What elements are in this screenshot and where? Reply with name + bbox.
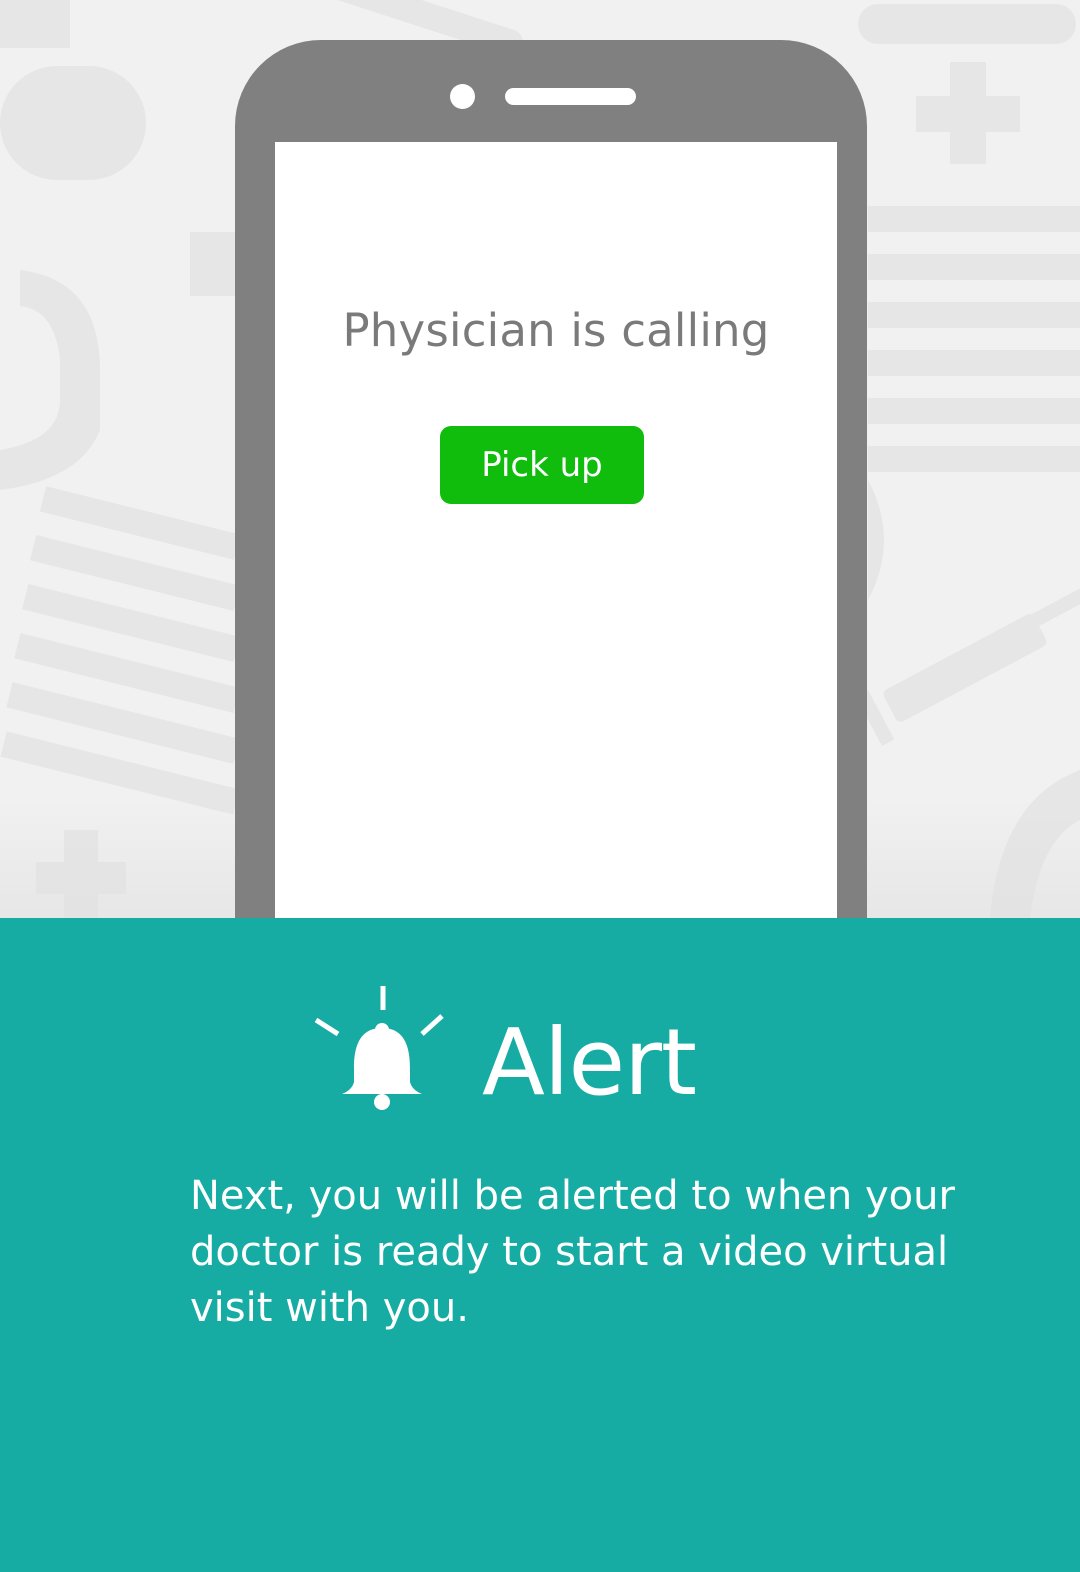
phone-mockup: Physician is calling Pick up	[235, 40, 867, 918]
speaker-grille	[505, 88, 636, 105]
camera-icon	[450, 84, 475, 109]
alert-title: Alert	[482, 1009, 697, 1116]
phone-screen: Physician is calling Pick up	[275, 142, 837, 918]
hero-illustration: Physician is calling Pick up	[0, 0, 1080, 918]
alert-description: Next, you will be alerted to when your d…	[190, 1173, 955, 1331]
incoming-call-text: Physician is calling	[342, 304, 770, 357]
alert-panel: Alert Next, you will be alerted to when …	[0, 918, 1080, 1572]
pick-up-button[interactable]: Pick up	[440, 426, 644, 504]
bell-ringing-icon	[314, 986, 444, 1110]
